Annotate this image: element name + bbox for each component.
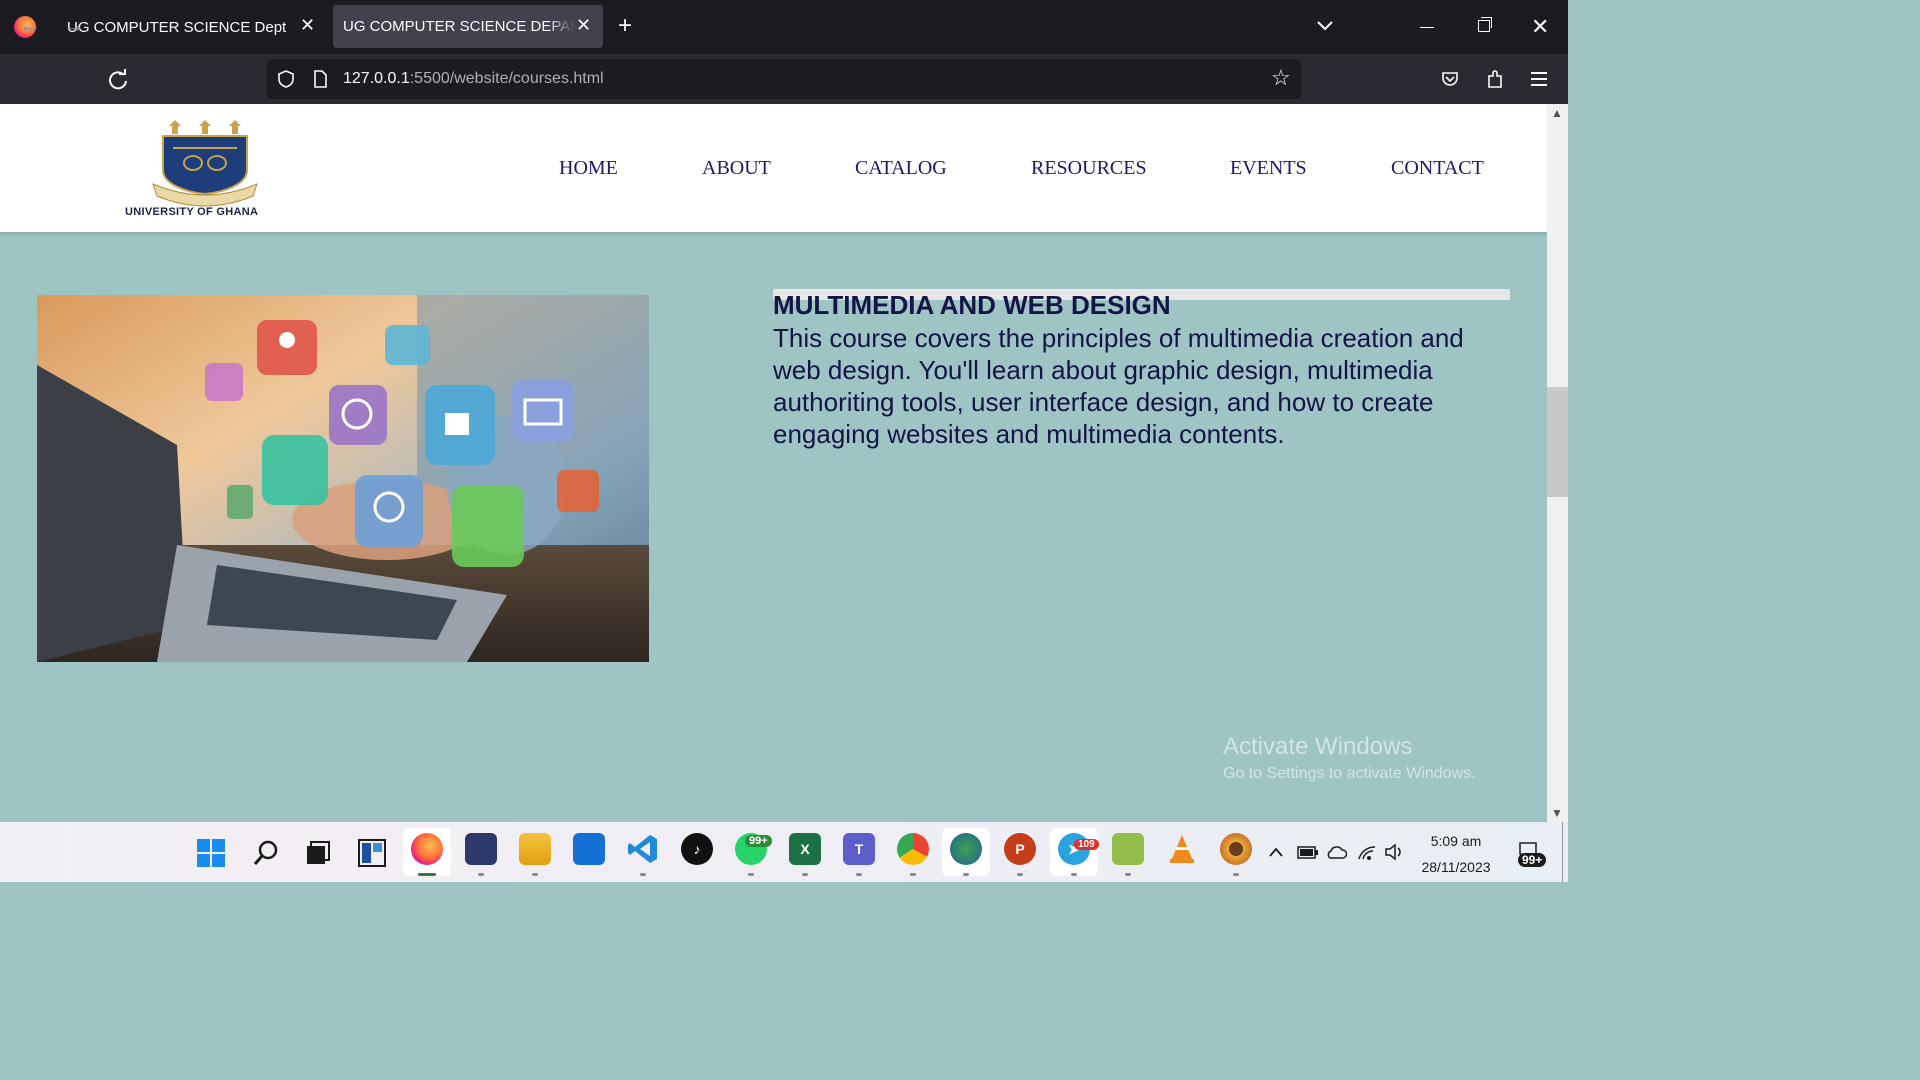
running-indicator bbox=[1017, 873, 1023, 876]
url-host: 127.0.0.1 bbox=[343, 70, 410, 87]
clock-date: 28/11/2023 bbox=[1421, 859, 1491, 875]
running-indicator bbox=[856, 873, 862, 876]
back-icon[interactable]: ← bbox=[19, 13, 41, 37]
running-indicator bbox=[532, 873, 538, 876]
scroll-down-arrow-icon[interactable]: ▼ bbox=[1551, 806, 1563, 820]
search-icon[interactable] bbox=[252, 839, 280, 867]
nav-events[interactable]: EVENTS bbox=[1230, 157, 1307, 180]
vscode-icon[interactable] bbox=[627, 833, 659, 865]
microsoft-store-icon[interactable] bbox=[573, 833, 605, 865]
running-indicator bbox=[963, 873, 969, 876]
chrome-icon[interactable] bbox=[897, 833, 929, 865]
nav-about[interactable]: ABOUT bbox=[702, 157, 771, 180]
start-windows-icon[interactable] bbox=[197, 839, 225, 867]
volume-icon[interactable] bbox=[1384, 843, 1406, 861]
firefox-taskbar-icon[interactable] bbox=[411, 833, 443, 865]
url-text[interactable]: 127.0.0.1:5500/website/courses.html bbox=[343, 70, 604, 88]
running-indicator bbox=[910, 873, 916, 876]
tiktok-icon[interactable]: ♪ bbox=[681, 833, 713, 865]
running-indicator bbox=[1071, 873, 1077, 876]
wifi-icon[interactable] bbox=[1357, 843, 1377, 861]
system-clock[interactable]: 5:09 am 28/11/2023 bbox=[1418, 832, 1494, 884]
extensions-icon[interactable] bbox=[1485, 68, 1505, 90]
nav-contact[interactable]: CONTACT bbox=[1391, 157, 1484, 180]
powerpoint-icon[interactable]: P bbox=[1004, 833, 1036, 865]
university-logo[interactable] bbox=[125, 118, 285, 220]
notepad-plus-plus-icon[interactable] bbox=[1112, 833, 1144, 865]
teams-icon[interactable]: T bbox=[843, 833, 875, 865]
running-indicator bbox=[802, 873, 808, 876]
scroll-up-arrow-icon[interactable]: ▲ bbox=[1551, 106, 1563, 120]
running-indicator bbox=[748, 873, 754, 876]
watermark-subtitle: Go to Settings to activate Windows. bbox=[1223, 765, 1476, 782]
clock-time: 5:09 am bbox=[1430, 833, 1482, 849]
hamburger-menu-icon[interactable] bbox=[1530, 71, 1548, 87]
reload-icon[interactable] bbox=[107, 69, 129, 91]
onedrive-cloud-icon[interactable] bbox=[1325, 843, 1347, 861]
close-tab-icon[interactable]: ✕ bbox=[300, 15, 315, 36]
tab-ug-cs-dept[interactable]: UG COMPUTER SCIENCE Dept. ✕ bbox=[52, 0, 327, 54]
notification-badge: 99+ bbox=[1518, 853, 1547, 867]
forward-icon[interactable]: → bbox=[63, 13, 85, 37]
nav-catalog[interactable]: CATALOG bbox=[855, 157, 947, 180]
running-indicator bbox=[1233, 873, 1239, 876]
eye-app-icon[interactable] bbox=[1220, 833, 1252, 865]
battery-icon[interactable] bbox=[1297, 846, 1319, 859]
new-tab-icon[interactable]: + bbox=[618, 12, 632, 40]
tab-title: UG COMPUTER SCIENCE DEPARTMENT bbox=[343, 18, 575, 35]
url-path: :5500/website/courses.html bbox=[409, 70, 604, 87]
vlc-icon[interactable] bbox=[1166, 833, 1198, 865]
shield-icon[interactable] bbox=[276, 69, 296, 89]
tab-ug-cs-department-active[interactable]: UG COMPUTER SCIENCE DEPARTMENT ✕ bbox=[333, 5, 603, 48]
minimize-icon[interactable] bbox=[1420, 27, 1434, 28]
pocket-icon[interactable] bbox=[1440, 69, 1460, 89]
page-icon bbox=[314, 70, 327, 88]
photos-app-icon[interactable] bbox=[465, 833, 497, 865]
whatsapp-badge: 99+ bbox=[745, 835, 772, 847]
telegram-badge: 109 bbox=[1074, 839, 1099, 850]
show-hidden-icons-chevron-icon[interactable] bbox=[1268, 846, 1284, 858]
bookmark-star-icon[interactable]: ☆ bbox=[1271, 66, 1291, 90]
list-all-tabs-icon[interactable] bbox=[1315, 14, 1335, 40]
nav-resources[interactable]: RESOURCES bbox=[1031, 157, 1147, 180]
close-tab-icon[interactable]: ✕ bbox=[576, 15, 591, 36]
scrollbar-thumb[interactable] bbox=[1547, 387, 1568, 497]
university-name: UNIVERSITY OF GHANA bbox=[125, 206, 259, 218]
excel-icon[interactable]: X bbox=[789, 833, 821, 865]
tab-title: UG COMPUTER SCIENCE Dept. bbox=[67, 18, 287, 36]
running-indicator bbox=[640, 873, 646, 876]
window-close-icon[interactable]: ✕ bbox=[1531, 14, 1549, 40]
course-image bbox=[37, 295, 649, 662]
course-title: MULTIMEDIA AND WEB DESIGN bbox=[773, 290, 1171, 320]
watermark-title: Activate Windows bbox=[1223, 733, 1413, 760]
download-manager-icon[interactable] bbox=[950, 833, 982, 865]
widgets-icon[interactable] bbox=[358, 839, 386, 867]
activate-windows-watermark: Activate Windows Go to Settings to activ… bbox=[1223, 733, 1476, 783]
task-view-icon[interactable] bbox=[305, 840, 331, 866]
show-desktop-divider[interactable] bbox=[1562, 822, 1563, 882]
nav-home[interactable]: HOME bbox=[559, 157, 618, 180]
running-indicator bbox=[1125, 873, 1131, 876]
running-indicator bbox=[478, 873, 484, 876]
course-description: This course covers the principles of mul… bbox=[773, 323, 1464, 449]
file-explorer-icon[interactable] bbox=[519, 833, 551, 865]
active-app-indicator bbox=[418, 873, 436, 876]
restore-icon[interactable] bbox=[1478, 17, 1492, 32]
